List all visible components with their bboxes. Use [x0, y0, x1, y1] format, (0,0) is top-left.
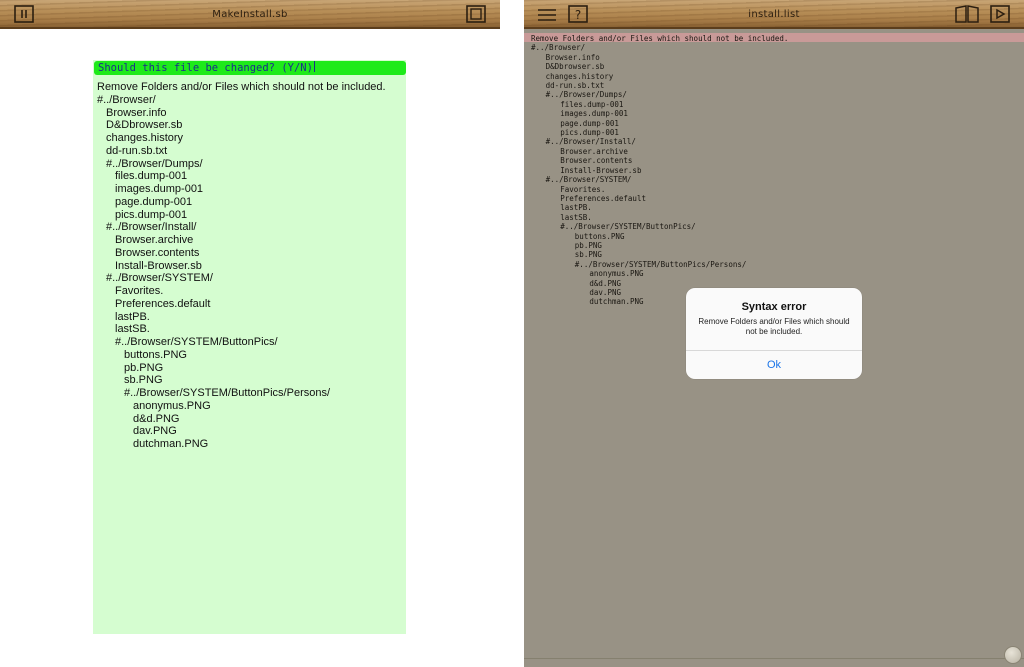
list-item: Remove Folders and/or Files which should…: [531, 34, 789, 43]
list-item: Install-Browser.sb: [560, 165, 642, 175]
list-item: Browser.archive: [115, 234, 194, 246]
list-item: dd-run.sb.txt: [106, 144, 168, 157]
list-item: dutchman.PNG: [133, 438, 209, 450]
scroll-track[interactable]: [524, 658, 1024, 659]
prompt-text: Should this file be changed? (Y/N): [98, 62, 313, 74]
list-item: anonymus.PNG: [133, 399, 211, 412]
list-item: Remove Folders and/or Files which should…: [97, 81, 386, 93]
list-item: Browser.info: [106, 106, 167, 119]
list-item: #../Browser/SYSTEM/ButtonPics/: [115, 336, 278, 348]
list-item: pb.PNG: [574, 240, 602, 250]
play-icon[interactable]: [989, 4, 1011, 24]
prompt-bar[interactable]: Should this file be changed? (Y/N): [94, 61, 406, 75]
list-item: pics.dump-001: [115, 208, 188, 221]
list-item: d&d.PNG: [133, 412, 180, 425]
list-item: buttons.PNG: [574, 231, 625, 241]
right-toolbar: install.list ?: [524, 0, 1024, 29]
list-item: dd-run.sb.txt: [545, 81, 605, 91]
list-item: buttons.PNG: [124, 348, 187, 361]
list-item: dav.PNG: [133, 425, 177, 438]
book-icon[interactable]: [954, 4, 980, 24]
list-item: #../Browser/SYSTEM/ButtonPics/: [560, 222, 696, 232]
file-list: Remove Folders and/or Files which should…: [97, 81, 402, 451]
left-toolbar: MakeInstall.sb: [0, 0, 500, 29]
list-item: anonymus.PNG: [589, 269, 644, 279]
alert-message: Remove Folders and/or Files which should…: [698, 317, 850, 336]
list-item: #../Browser/Install/: [545, 137, 636, 147]
pause-icon[interactable]: [13, 4, 35, 24]
left-window-title: MakeInstall.sb: [212, 9, 288, 20]
text-caret: [313, 61, 315, 72]
scroll-knob[interactable]: [1004, 646, 1022, 664]
list-item: Browser.contents: [560, 156, 633, 166]
svg-text:?: ?: [575, 8, 581, 22]
alert-title: Syntax error: [741, 301, 807, 313]
list-item: pics.dump-001: [560, 128, 619, 138]
list-item: files.dump-001: [115, 170, 188, 183]
list-item: Favorites.: [560, 184, 606, 194]
list-item: #../Browser/SYSTEM/ButtonPics/Persons/: [124, 387, 331, 399]
list-item: lastSB.: [115, 323, 150, 336]
list-item: Browser.archive: [560, 146, 628, 156]
list-item: images.dump-001: [560, 109, 628, 119]
list-item: sb.PNG: [574, 250, 602, 260]
list-item: #../Browser/SYSTEM/: [106, 272, 213, 285]
left-pane: MakeInstall.sb Should this file be chang…: [0, 0, 500, 667]
list-item: Preferences.default: [115, 297, 211, 310]
list-item: d&d.PNG: [589, 278, 621, 288]
list-item: Preferences.default: [560, 193, 646, 203]
ok-button[interactable]: Ok: [686, 351, 862, 379]
list-item: lastPB.: [560, 203, 592, 213]
list-item: #../Browser/Install/: [106, 221, 197, 234]
menu-icon[interactable]: [536, 4, 558, 24]
list-item: Browser.contents: [115, 246, 200, 259]
list-item: #../Browser/SYSTEM/: [545, 175, 632, 185]
list-item: changes.history: [106, 132, 184, 144]
list-item: lastPB.: [115, 310, 150, 323]
code-list[interactable]: Remove Folders and/or Files which should…: [531, 34, 1016, 307]
list-item: #../Browser/: [97, 93, 156, 106]
help-icon[interactable]: ?: [567, 4, 589, 24]
list-item: D&Dbrowser.sb: [545, 62, 605, 72]
list-item: lastSB.: [560, 212, 592, 222]
list-item: Browser.info: [545, 52, 600, 62]
list-item: Install-Browser.sb: [115, 259, 202, 272]
list-item: #../Browser/Dumps/: [545, 90, 627, 100]
list-item: images.dump-001: [115, 183, 204, 195]
list-item: #../Browser/: [531, 43, 586, 53]
list-item: #../Browser/SYSTEM/ButtonPics/Persons/: [574, 259, 747, 269]
list-item: #../Browser/Dumps/: [106, 157, 203, 170]
right-window-title: install.list: [748, 9, 800, 20]
syntax-error-dialog: Syntax error Remove Folders and/or Files…: [686, 288, 862, 379]
window-icon[interactable]: [465, 4, 487, 24]
list-item: page.dump-001: [115, 195, 193, 208]
list-item: Favorites.: [115, 285, 164, 297]
list-item: D&Dbrowser.sb: [106, 119, 183, 132]
list-item: changes.history: [545, 71, 614, 81]
list-item: pb.PNG: [124, 361, 164, 374]
list-item: page.dump-001: [560, 118, 619, 128]
list-item: sb.PNG: [124, 374, 163, 387]
list-item: files.dump-001: [560, 99, 624, 109]
editor-panel[interactable]: Should this file be changed? (Y/N) Remov…: [93, 60, 406, 634]
